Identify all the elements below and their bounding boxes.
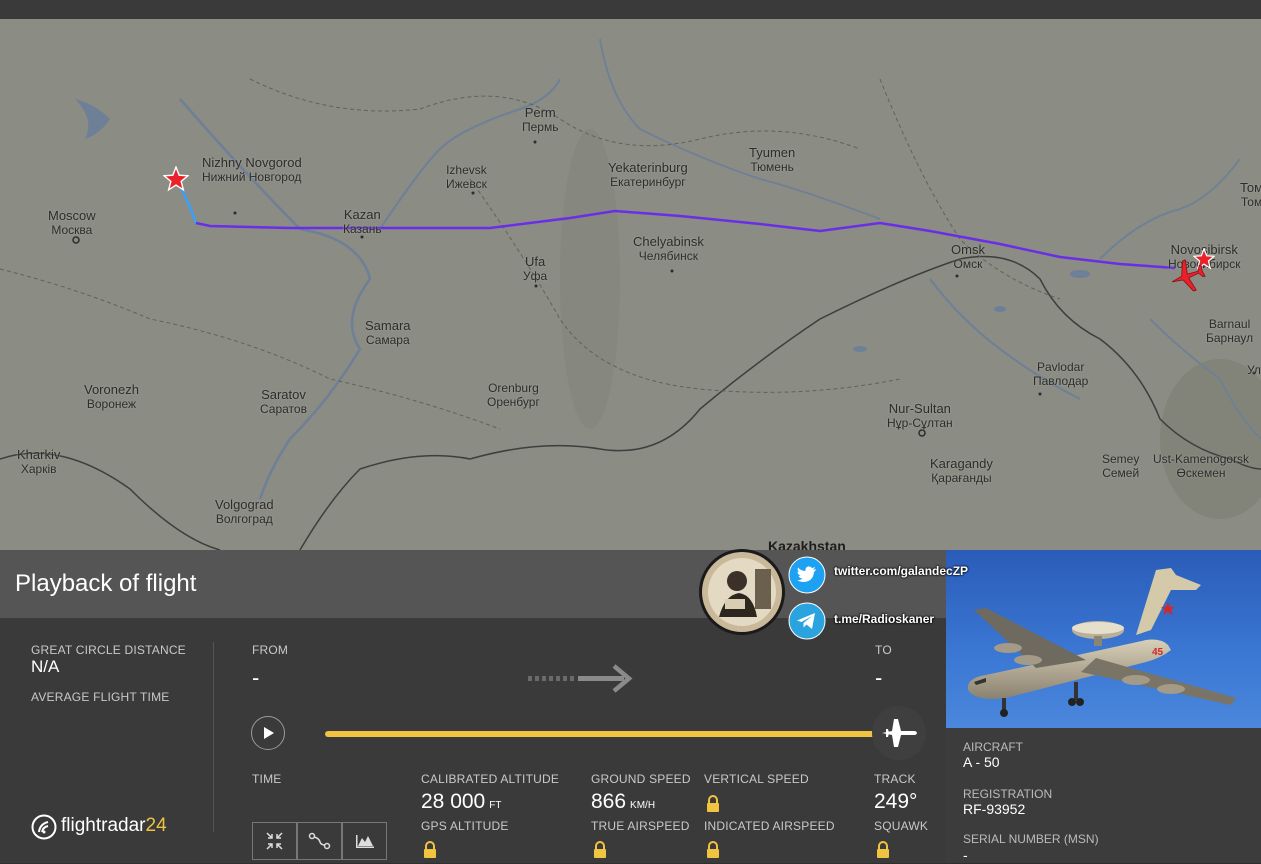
track-label: TRACK (874, 772, 916, 786)
city-moscow: Moscow Москва (48, 208, 96, 238)
aircraft-icon[interactable] (1168, 256, 1208, 296)
flight-info-panel: Playback of flight GREAT CIRCLE DISTANCE… (0, 550, 1261, 863)
city-izhevsk: Izhevsk Ижевск (446, 163, 487, 191)
vertical-speed-lock-icon (707, 795, 719, 812)
avg-flight-time-label: AVERAGE FLIGHT TIME (31, 690, 170, 704)
divider (213, 642, 214, 832)
aircraft-photo[interactable]: 45 (946, 550, 1261, 728)
ground-speed-value: 866 KM/H (591, 790, 656, 813)
graph-button[interactable] (342, 822, 387, 860)
true-airspeed-label: TRUE AIRSPEED (591, 819, 690, 833)
city-karagandy: Karagandy Қарағанды (930, 456, 993, 486)
direction-arrow-icon (528, 664, 633, 693)
zoom-fit-button[interactable] (252, 822, 297, 860)
gps-altitude-lock-icon (424, 841, 436, 858)
city-saratov: Saratov Саратов (260, 387, 307, 417)
city-voronezh: Voronezh Воронеж (84, 382, 139, 412)
route-icon (308, 832, 331, 850)
aircraft-photo-number: 45 (1152, 647, 1164, 658)
great-circle-label: GREAT CIRCLE DISTANCE (31, 643, 186, 657)
avatar (699, 549, 785, 635)
gps-altitude-label: GPS ALTITUDE (421, 819, 509, 833)
logo-suffix: 24 (145, 815, 167, 836)
city-pavlodar: Pavlodar Павлодар (1033, 360, 1089, 388)
registration-value: RF-93952 (963, 801, 1026, 817)
city-nur-sultan: Nur-Sultan Нұр-Сұлтан (887, 401, 953, 431)
ground-speed-label: GROUND SPEED (591, 772, 691, 786)
twitter-link[interactable]: twitter.com/galandecZP (834, 564, 968, 578)
route-button[interactable] (297, 822, 342, 860)
twitter-icon[interactable] (788, 556, 826, 594)
map-background (0, 19, 1261, 550)
calibrated-altitude-value: 28 000 FT (421, 790, 502, 813)
city-barnaul: Barnaul Барнаул (1206, 317, 1254, 345)
city-ust-kamenogorsk: Ust-Kamenogorsk Өскемен (1153, 452, 1250, 480)
city-kharkiv: Kharkiv Харків (17, 447, 61, 477)
city-perm: Perm Пермь (522, 105, 559, 135)
city-tomsk: Том Том (1240, 180, 1261, 210)
play-icon (264, 727, 274, 739)
indicated-airspeed-label: INDICATED AIRSPEED (704, 819, 835, 833)
aircraft-details: 45 AIRCRAFT A - 50 REGISTRATION RF-93952… (946, 550, 1261, 863)
serial-number-value: - (963, 847, 968, 863)
city-orenburg: Orenburg Оренбург (487, 381, 540, 409)
playback-handle[interactable] (872, 706, 926, 760)
city-semey: Semey Семей (1102, 452, 1140, 480)
true-airspeed-lock-icon (594, 841, 606, 858)
social-watermark: twitter.com/galandecZP t.me/Radioskaner (697, 547, 968, 642)
flight-map[interactable]: Moscow Москва Nizhny Novgorod Нижний Новго… (0, 19, 1261, 550)
city-ufa: Ufa Уфа (523, 254, 548, 284)
city-chelyabinsk: Chelyabinsk Челябинск (633, 234, 704, 264)
fit-arrows-icon (266, 832, 283, 850)
city-partial-label: Ул (1247, 363, 1261, 377)
city-yekaterinburg: Yekaterinburg Екатеринбург (608, 160, 688, 190)
top-bar (0, 0, 1261, 19)
airplane-icon (882, 719, 917, 747)
indicated-airspeed-lock-icon (707, 841, 719, 858)
radar-logo-icon (31, 814, 57, 840)
registration-label: REGISTRATION (963, 787, 1053, 801)
telegram-icon[interactable] (788, 602, 826, 640)
from-label: FROM (252, 643, 289, 657)
flight-stats: GREAT CIRCLE DISTANCE N/A AVERAGE FLIGHT… (0, 618, 946, 863)
city-samara: Samara Самара (365, 318, 411, 348)
city-nizhny-novgorod: Nizhny Novgorod Нижний Новгород (202, 155, 302, 185)
playback-progress-bar[interactable] (325, 731, 893, 737)
time-label: TIME (252, 772, 282, 786)
to-label: TO (875, 643, 892, 657)
telegram-link[interactable]: t.me/Radioskaner (834, 612, 934, 626)
vertical-speed-label: VERTICAL SPEED (704, 772, 809, 786)
graph-icon (356, 835, 374, 848)
city-kazan: Kazan Казань (343, 207, 382, 237)
to-value: - (875, 665, 883, 690)
panel-title: Playback of flight (15, 570, 197, 597)
track-value: 249° (874, 790, 918, 813)
aircraft-label: AIRCRAFT (963, 740, 1023, 754)
aircraft-value: A - 50 (963, 754, 1000, 770)
logo-text: flightradar (61, 815, 146, 836)
city-omsk: Omsk Омск (951, 242, 985, 272)
squawk-label: SQUAWK (874, 819, 929, 833)
serial-number-label: SERIAL NUMBER (MSN) (963, 832, 1099, 846)
great-circle-value: N/A (31, 657, 60, 676)
calibrated-altitude-label: CALIBRATED ALTITUDE (421, 772, 560, 786)
city-tyumen: Tyumen Тюмень (749, 145, 796, 175)
aircraft-photo-image: 45 (967, 568, 1236, 717)
from-value: - (252, 665, 260, 690)
origin-star-icon[interactable] (163, 166, 189, 192)
city-volgograd: Volgograd Волгоград (215, 497, 274, 527)
squawk-lock-icon (877, 841, 889, 858)
play-button[interactable] (251, 716, 285, 750)
